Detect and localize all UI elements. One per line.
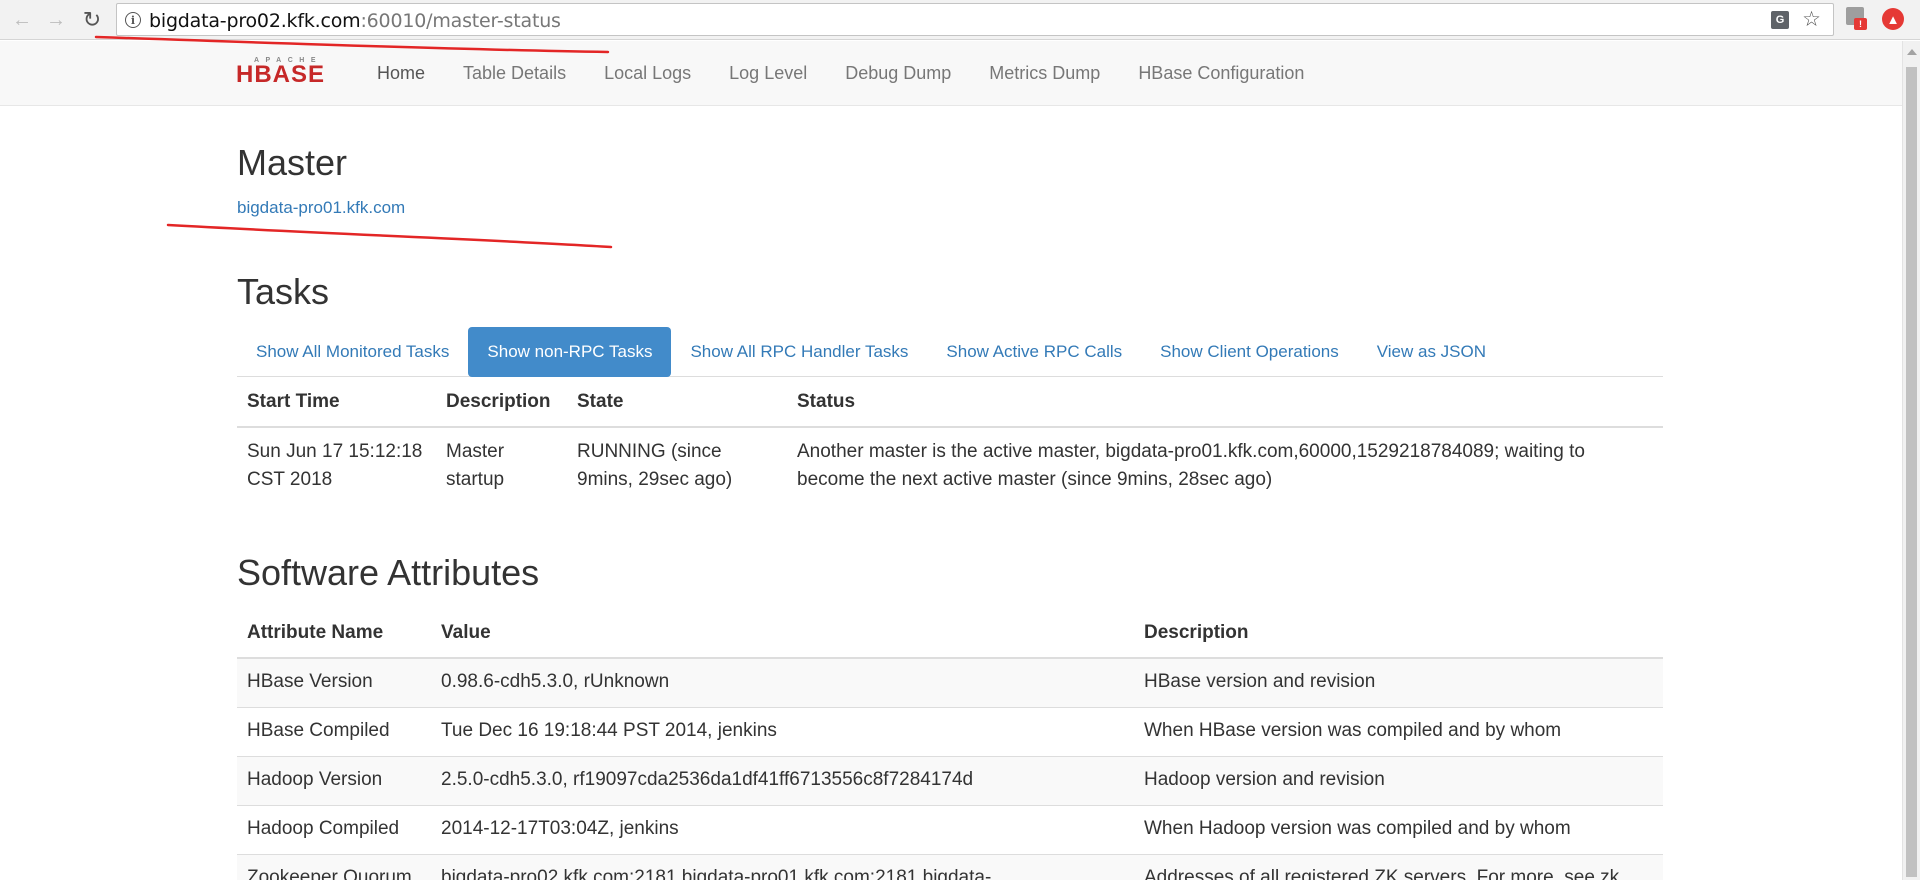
table-row: Hadoop Compiled 2014-12-17T03:04Z, jenki… (237, 804, 1663, 854)
table-row: Sun Jun 17 15:12:18 CST 2018 Master star… (237, 426, 1663, 503)
nav-home[interactable]: Home (358, 41, 444, 106)
nav-debug-dump[interactable]: Debug Dump (826, 41, 970, 106)
attribute-description: When HBase version was compiled and by w… (1134, 706, 1663, 756)
tab-active-rpc-calls[interactable]: Show Active RPC Calls (927, 327, 1141, 377)
table-row: Hadoop Version 2.5.0-cdh5.3.0, rf19097cd… (237, 755, 1663, 805)
attribute-value: Tue Dec 16 19:18:44 PST 2014, jenkins (431, 706, 1134, 756)
translate-icon[interactable]: G (1771, 11, 1789, 29)
task-status: Another master is the active master, big… (787, 426, 1663, 503)
tab-client-operations[interactable]: Show Client Operations (1141, 327, 1358, 377)
attribute-value: bigdata-pro02.kfk.com:2181,bigdata-pro01… (431, 853, 1134, 880)
nav-log-level[interactable]: Log Level (710, 41, 826, 106)
address-bar[interactable]: i bigdata-pro02.kfk.com:60010/master-sta… (116, 3, 1834, 36)
nav-table-details[interactable]: Table Details (444, 41, 585, 106)
scroll-up-icon[interactable] (1907, 49, 1917, 55)
url-path: :60010/master-status (360, 10, 561, 32)
attribute-name: Zookeeper Quorum (237, 853, 431, 880)
column-header: State (567, 378, 787, 428)
column-header: Attribute Name (237, 609, 431, 659)
url-host: bigdata-pro02.kfk.com (149, 10, 361, 32)
task-start-time: Sun Jun 17 15:12:18 CST 2018 (237, 426, 436, 503)
nav-metrics-dump[interactable]: Metrics Dump (970, 41, 1119, 106)
hbase-logo[interactable]: APACHE HBASE (236, 57, 340, 87)
tasks-tabs: Show All Monitored Tasks Show non-RPC Ta… (237, 327, 1663, 377)
scroll-thumb[interactable] (1906, 67, 1917, 877)
attribute-description: Addresses of all registered ZK servers. … (1134, 853, 1663, 880)
attribute-description: Hadoop version and revision (1134, 755, 1663, 805)
upload-extension-icon[interactable]: ▲ (1882, 8, 1904, 30)
attribute-description: When Hadoop version was compiled and by … (1134, 804, 1663, 854)
software-attributes-heading: Software Attributes (237, 552, 540, 593)
arrow-right-icon: → (46, 9, 66, 31)
task-state: RUNNING (since 9mins, 29sec ago) (567, 426, 787, 503)
column-header: Start Time (237, 378, 436, 428)
attribute-name: Hadoop Version (237, 755, 431, 805)
attribute-name: HBase Compiled (237, 706, 431, 756)
software-header-row: Attribute Name Value Description (237, 609, 1663, 659)
column-header: Value (431, 609, 1134, 659)
hbase-navbar: APACHE HBASE Home Table Details Local Lo… (0, 41, 1902, 106)
browser-toolbar: ← → ↻ i bigdata-pro02.kfk.com:60010/mast… (0, 0, 1920, 40)
table-row: HBase Compiled Tue Dec 16 19:18:44 PST 2… (237, 706, 1663, 756)
tab-all-monitored-tasks[interactable]: Show All Monitored Tasks (237, 327, 468, 377)
active-master-link[interactable]: bigdata-pro01.kfk.com (237, 198, 405, 218)
tab-non-rpc-tasks[interactable]: Show non-RPC Tasks (468, 327, 672, 377)
attribute-value: 2.5.0-cdh5.3.0, rf19097cda2536da1df41ff6… (431, 755, 1134, 805)
column-header: Description (1134, 609, 1663, 659)
logo-title: HBASE (236, 61, 326, 88)
table-row: Zookeeper Quorum bigdata-pro02.kfk.com:2… (237, 853, 1663, 880)
host-underline-annotation (166, 223, 613, 249)
column-header: Description (436, 378, 567, 428)
reload-button[interactable]: ↻ (78, 6, 106, 34)
nav-local-logs[interactable]: Local Logs (585, 41, 710, 106)
tasks-header-row: Start Time Description State Status (237, 378, 1663, 428)
tasks-table: Start Time Description State Status Sun … (237, 378, 1663, 503)
tasks-heading: Tasks (237, 271, 330, 312)
nav-hbase-configuration[interactable]: HBase Configuration (1119, 41, 1323, 106)
info-icon[interactable]: i (125, 12, 141, 28)
attribute-value: 0.98.6-cdh5.3.0, rUnknown (431, 657, 1134, 707)
extension-badge: ! (1854, 18, 1867, 30)
column-header: Status (787, 378, 1663, 428)
back-button[interactable]: ← (8, 6, 36, 34)
tab-view-as-json[interactable]: View as JSON (1358, 327, 1505, 377)
extension-button[interactable]: ! (1846, 7, 1868, 31)
table-row: HBase Version 0.98.6-cdh5.3.0, rUnknown … (237, 657, 1663, 707)
attribute-value: 2014-12-17T03:04Z, jenkins (431, 804, 1134, 854)
attribute-name: HBase Version (237, 657, 431, 707)
task-description: Master startup (436, 426, 567, 503)
star-icon[interactable]: ☆ (1802, 7, 1821, 32)
tab-all-rpc-handler-tasks[interactable]: Show All RPC Handler Tasks (671, 327, 927, 377)
attribute-name: Hadoop Compiled (237, 804, 431, 854)
nav-links: Home Table Details Local Logs Log Level … (358, 41, 1323, 106)
url-text[interactable]: bigdata-pro02.kfk.com:60010/master-statu… (149, 10, 561, 32)
attribute-description: HBase version and revision (1134, 657, 1663, 707)
arrow-left-icon: ← (12, 9, 32, 31)
page-title: Master (237, 142, 348, 183)
forward-button[interactable]: → (42, 6, 70, 34)
software-attributes-table: Attribute Name Value Description HBase V… (237, 609, 1663, 880)
reload-icon: ↻ (82, 7, 102, 32)
page-scrollbar[interactable] (1902, 41, 1920, 880)
